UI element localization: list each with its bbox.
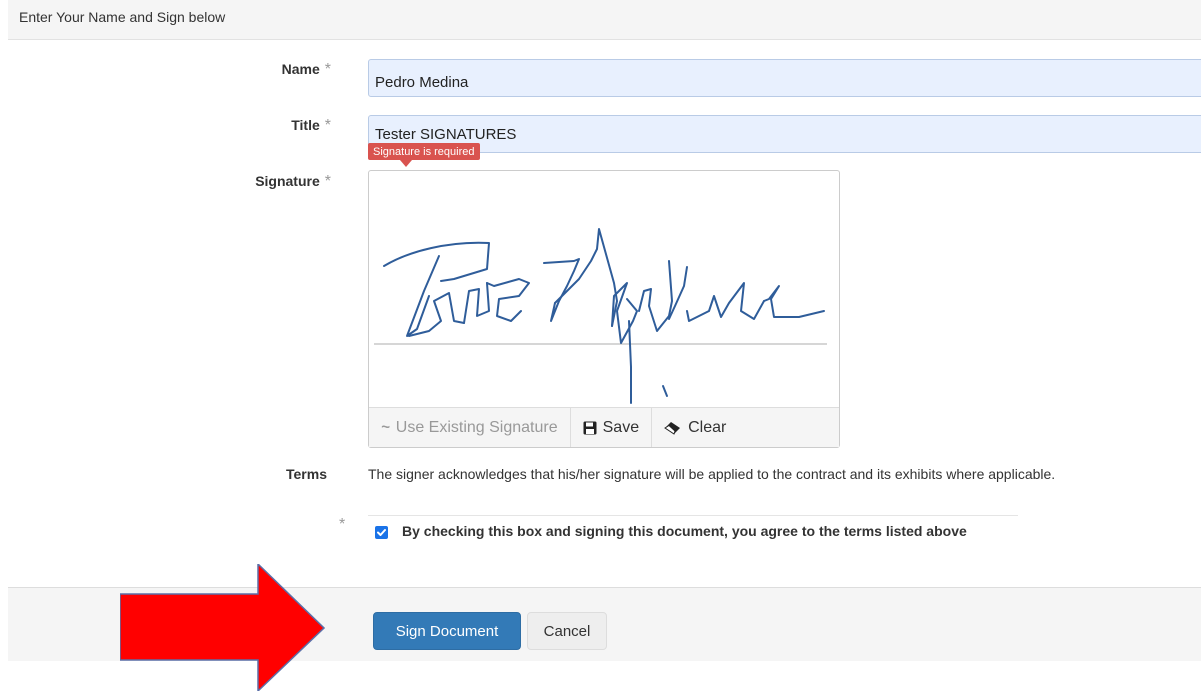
title-input[interactable]: Tester SIGNATURES (368, 115, 1201, 153)
divider (368, 515, 1018, 516)
eraser-icon (664, 421, 681, 435)
signature-canvas[interactable] (369, 171, 839, 407)
agree-label[interactable]: By checking this box and signing this do… (402, 523, 967, 539)
panel-header: Enter Your Name and Sign below (8, 0, 1201, 40)
signature-icon: ~ (381, 419, 390, 436)
name-input[interactable]: Pedro Medina (368, 59, 1201, 97)
required-marker: * (324, 117, 331, 134)
required-marker: * (324, 61, 331, 78)
title-input-value: Tester SIGNATURES (375, 126, 517, 143)
check-icon (377, 529, 386, 536)
save-signature-button[interactable]: Save (571, 408, 653, 447)
cancel-button[interactable]: Cancel (527, 612, 607, 650)
title-label: Title * (291, 117, 331, 134)
save-icon (583, 421, 597, 434)
tooltip-arrow (400, 160, 412, 167)
required-marker: * (324, 173, 331, 190)
sign-document-button[interactable]: Sign Document (373, 612, 521, 650)
signature-pad[interactable]: ~ Use Existing Signature Save Clear (368, 170, 840, 448)
agree-checkbox[interactable] (375, 526, 388, 539)
required-marker: * (339, 516, 346, 533)
signature-label: Signature * (255, 173, 331, 190)
signature-toolbar: ~ Use Existing Signature Save Clear (369, 407, 839, 447)
use-existing-signature-button[interactable]: ~ Use Existing Signature (369, 408, 571, 447)
panel-title: Enter Your Name and Sign below (19, 9, 226, 25)
name-label: Name * (281, 61, 331, 78)
name-input-value: Pedro Medina (375, 74, 469, 91)
clear-signature-button[interactable]: Clear (652, 408, 738, 447)
terms-text: The signer acknowledges that his/her sig… (368, 466, 1056, 482)
signature-error-tooltip: Signature is required (368, 143, 480, 160)
terms-label: Terms (286, 466, 327, 482)
arrow-right-icon (120, 564, 325, 691)
signature-strokes (383, 228, 825, 404)
